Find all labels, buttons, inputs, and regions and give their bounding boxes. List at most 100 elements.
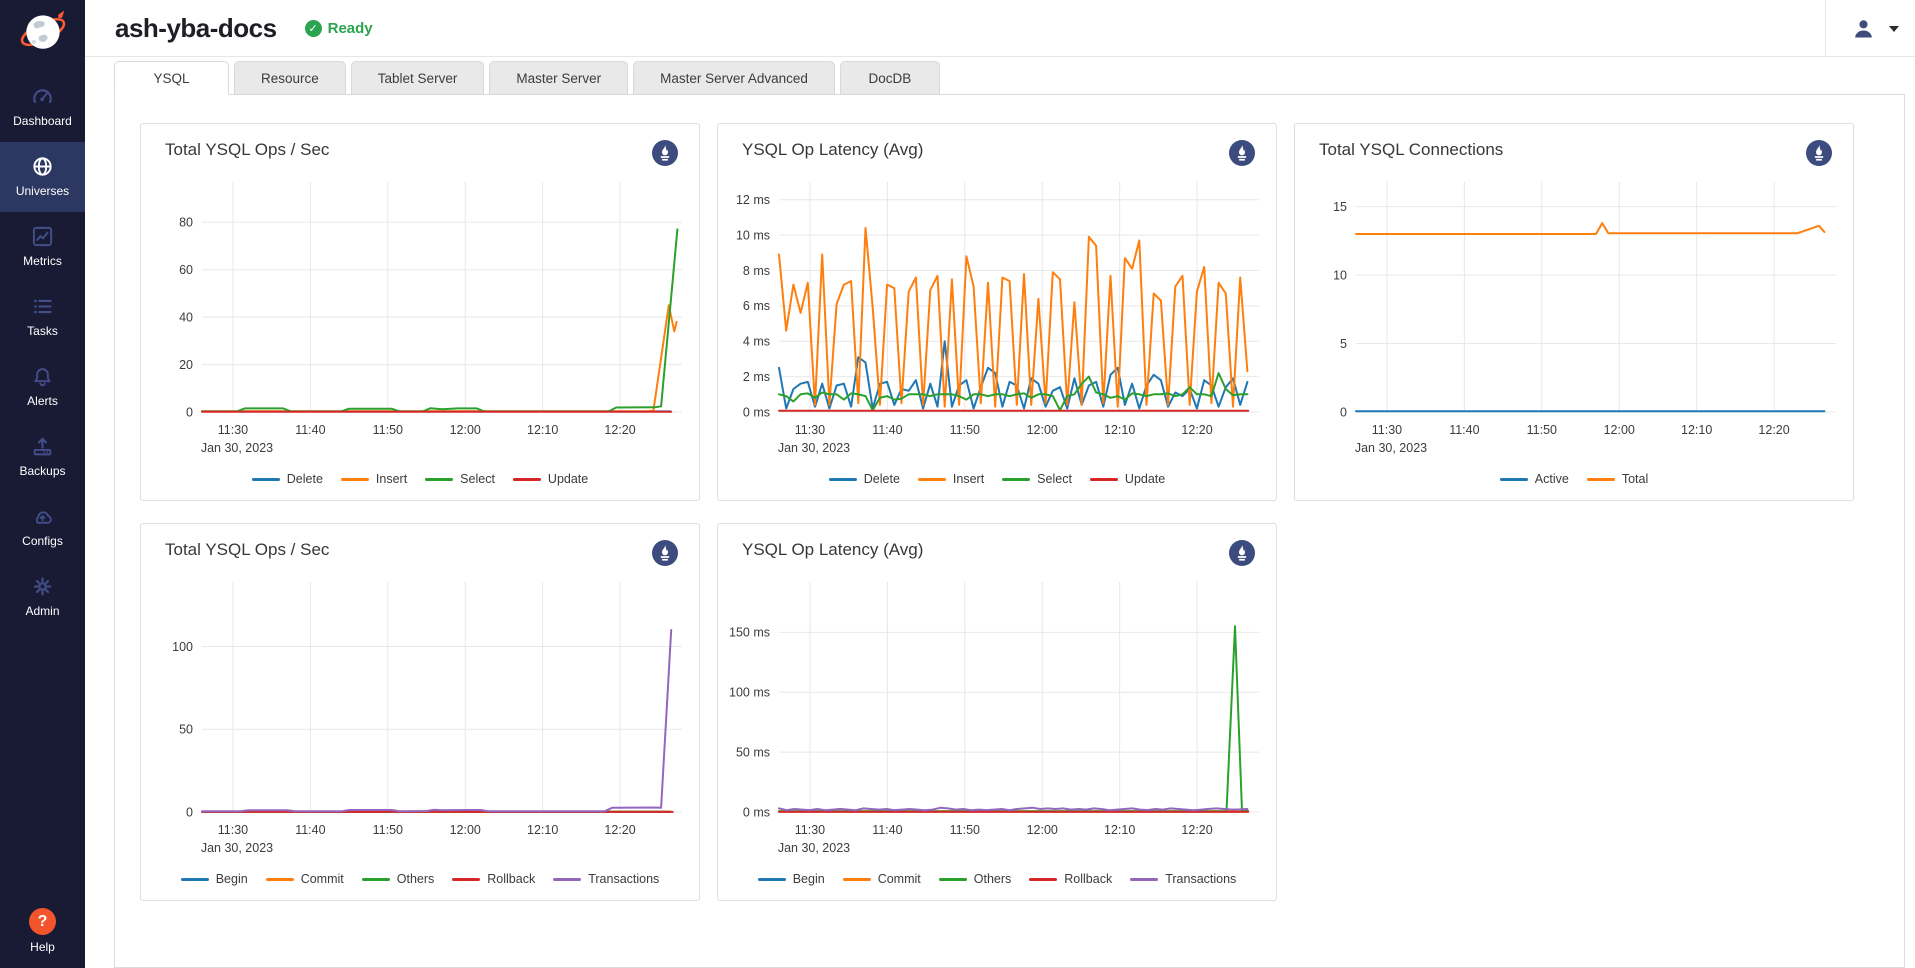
legend-swatch	[939, 878, 967, 881]
legend-item-begin[interactable]: Begin	[181, 872, 248, 886]
y-tick-label: 6 ms	[743, 299, 770, 313]
y-tick-label: 50 ms	[736, 745, 770, 759]
y-tick-label: 10	[1333, 268, 1347, 282]
legend-item-commit[interactable]: Commit	[266, 872, 344, 886]
legend-swatch	[362, 878, 390, 881]
x-tick-label: 11:50	[950, 823, 980, 837]
legend-item-total[interactable]: Total	[1587, 472, 1648, 486]
prometheus-icon[interactable]	[1229, 540, 1255, 566]
sidebar-item-label: Metrics	[23, 254, 62, 268]
admin-icon	[31, 575, 54, 598]
legend-item-rollback[interactable]: Rollback	[1029, 872, 1112, 886]
tab-tablet-server[interactable]: Tablet Server	[351, 61, 485, 95]
sidebar-item-label: Help	[30, 940, 55, 954]
sidebar-item-help[interactable]: ? Help	[29, 908, 56, 954]
chart-title: YSQL Op Latency (Avg)	[742, 540, 923, 560]
x-tick-label: 11:30	[795, 823, 825, 837]
tab-master-server[interactable]: Master Server	[489, 61, 628, 95]
sidebar-item-dashboard[interactable]: Dashboard	[0, 72, 85, 142]
series-line-select	[779, 373, 1247, 410]
tab-resource[interactable]: Resource	[234, 61, 346, 95]
legend-item-begin[interactable]: Begin	[758, 872, 825, 886]
legend-label: Begin	[216, 872, 248, 886]
sidebar-item-label: Admin	[25, 604, 59, 618]
series-line-total	[1356, 223, 1824, 234]
x-tick-label: 11:30	[1372, 423, 1402, 437]
legend-item-update[interactable]: Update	[513, 472, 588, 486]
legend-label: Select	[460, 472, 495, 486]
legend-item-insert[interactable]: Insert	[918, 472, 984, 486]
legend-item-delete[interactable]: Delete	[829, 472, 900, 486]
y-tick-label: 40	[179, 310, 193, 324]
chart-canvas: 0 ms2 ms4 ms6 ms8 ms10 ms12 ms11:30Jan 3…	[729, 172, 1265, 464]
sidebar-item-admin[interactable]: Admin	[0, 562, 85, 632]
x-axis-date-label: Jan 30, 2023	[778, 841, 850, 855]
tab-ysql[interactable]: YSQL	[114, 61, 229, 95]
header-divider	[1825, 0, 1826, 57]
status-label: Ready	[328, 20, 373, 37]
legend-item-rollback[interactable]: Rollback	[452, 872, 535, 886]
legend-item-insert[interactable]: Insert	[341, 472, 407, 486]
sidebar-item-backups[interactable]: Backups	[0, 422, 85, 492]
sidebar-item-tasks[interactable]: Tasks	[0, 282, 85, 352]
configs-icon	[31, 505, 54, 528]
sidebar-item-universes[interactable]: Universes	[0, 142, 85, 212]
chart-panel: YSQL Op Latency (Avg) 0 ms2 ms4 ms6 ms8 …	[717, 123, 1277, 501]
legend-label: Transactions	[588, 872, 659, 886]
legend-item-others[interactable]: Others	[939, 872, 1012, 886]
legend-item-transactions[interactable]: Transactions	[553, 872, 659, 886]
prometheus-icon[interactable]	[652, 140, 678, 166]
legend-item-select[interactable]: Select	[425, 472, 495, 486]
legend-swatch	[341, 478, 369, 481]
prometheus-icon[interactable]	[1806, 140, 1832, 166]
x-tick-label: 12:20	[604, 823, 635, 837]
tab-docdb[interactable]: DocDB	[840, 61, 940, 95]
y-tick-label: 12 ms	[736, 193, 770, 207]
x-tick-label: 12:00	[450, 423, 481, 437]
metrics-tab-bar: YSQLResourceTablet ServerMaster ServerMa…	[114, 61, 1915, 95]
y-tick-label: 0	[186, 405, 193, 419]
legend-label: Update	[548, 472, 588, 486]
yugabyte-logo-icon	[18, 6, 68, 56]
chart-legend: Active Total	[1306, 472, 1842, 490]
user-menu-button[interactable]	[1850, 15, 1899, 42]
tab-master-server-advanced[interactable]: Master Server Advanced	[633, 61, 835, 95]
legend-item-others[interactable]: Others	[362, 872, 435, 886]
legend-label: Total	[1622, 472, 1648, 486]
legend-swatch	[1029, 878, 1057, 881]
x-axis-date-label: Jan 30, 2023	[1355, 441, 1427, 455]
legend-label: Select	[1037, 472, 1072, 486]
legend-swatch	[425, 478, 453, 481]
x-tick-label: 12:10	[1104, 823, 1135, 837]
legend-item-select[interactable]: Select	[1002, 472, 1072, 486]
series-line-others	[779, 626, 1248, 811]
sidebar-item-configs[interactable]: Configs	[0, 492, 85, 562]
legend-label: Rollback	[487, 872, 535, 886]
legend-swatch	[1500, 478, 1528, 481]
legend-item-active[interactable]: Active	[1500, 472, 1569, 486]
sidebar-nav: DashboardUniverses Metrics TasksAlertsBack…	[0, 72, 85, 632]
chart-title: Total YSQL Connections	[1319, 140, 1503, 160]
x-tick-label: 12:00	[1604, 423, 1635, 437]
legend-label: Rollback	[1064, 872, 1112, 886]
legend-item-update[interactable]: Update	[1090, 472, 1165, 486]
y-tick-label: 4 ms	[743, 335, 770, 349]
y-tick-label: 5	[1340, 337, 1347, 351]
legend-item-transactions[interactable]: Transactions	[1130, 872, 1236, 886]
x-tick-label: 12:20	[1181, 423, 1212, 437]
legend-item-commit[interactable]: Commit	[843, 872, 921, 886]
chart-legend: Delete Insert Select Update	[729, 472, 1265, 490]
x-tick-label: 12:10	[1681, 423, 1712, 437]
app-logo[interactable]	[0, 0, 85, 62]
prometheus-icon[interactable]	[1229, 140, 1255, 166]
chart-title: Total YSQL Ops / Sec	[165, 540, 329, 560]
prometheus-icon[interactable]	[652, 540, 678, 566]
sidebar-item-metrics[interactable]: Metrics	[0, 212, 85, 282]
ready-check-icon: ✓	[305, 20, 322, 37]
x-tick-label: 12:00	[1027, 423, 1058, 437]
y-tick-label: 10 ms	[736, 228, 770, 242]
chart-area: 02040608011:30Jan 30, 202311:4011:5012:0…	[152, 172, 688, 464]
sidebar-item-alerts[interactable]: Alerts	[0, 352, 85, 422]
legend-item-delete[interactable]: Delete	[252, 472, 323, 486]
main-area: ash-yba-docs ✓ Ready YSQLResourceTablet …	[85, 0, 1915, 968]
